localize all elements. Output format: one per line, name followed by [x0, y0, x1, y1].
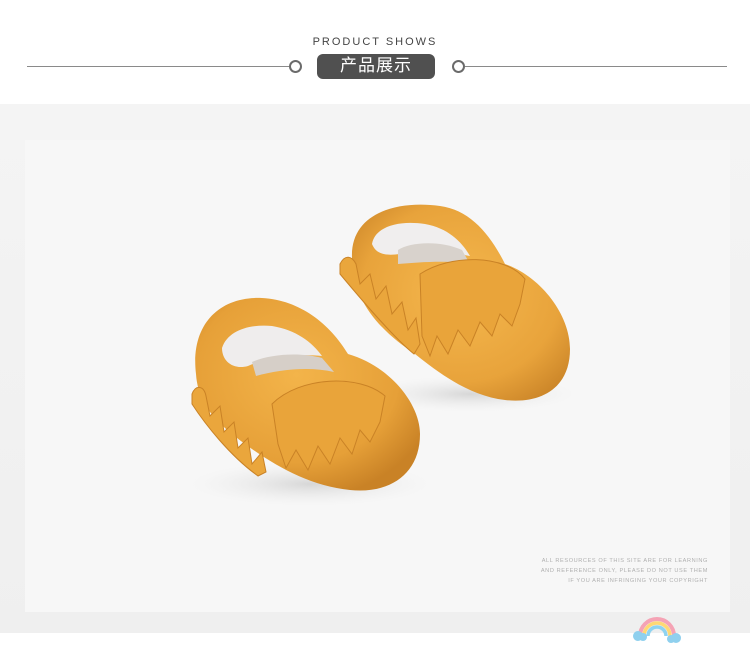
divider-left [27, 66, 289, 67]
disclaimer-line: ALL RESOURCES OF THIS SITE ARE FOR LEARN… [541, 558, 708, 564]
copyright-disclaimer: ALL RESOURCES OF THIS SITE ARE FOR LEARN… [520, 556, 708, 586]
divider-left-ring [289, 60, 302, 73]
product-photo: ALL RESOURCES OF THIS SITE ARE FOR LEARN… [0, 104, 750, 643]
disclaimer-line: AND REFERENCE ONLY, PLEASE DO NOT USE TH… [540, 568, 708, 574]
section-header: PRODUCT SHOWS 产品展示 [0, 0, 750, 104]
divider-right [465, 66, 727, 67]
section-title: 产品展示 [317, 54, 435, 79]
section-subtitle: PRODUCT SHOWS [312, 36, 438, 48]
disclaimer-line: IF YOU ARE INFRINGING YOUR COPYRIGHT [568, 578, 708, 584]
rainbow-icon [633, 617, 681, 643]
baby-moccasins-illustration [190, 204, 575, 506]
divider-right-ring [452, 60, 465, 73]
